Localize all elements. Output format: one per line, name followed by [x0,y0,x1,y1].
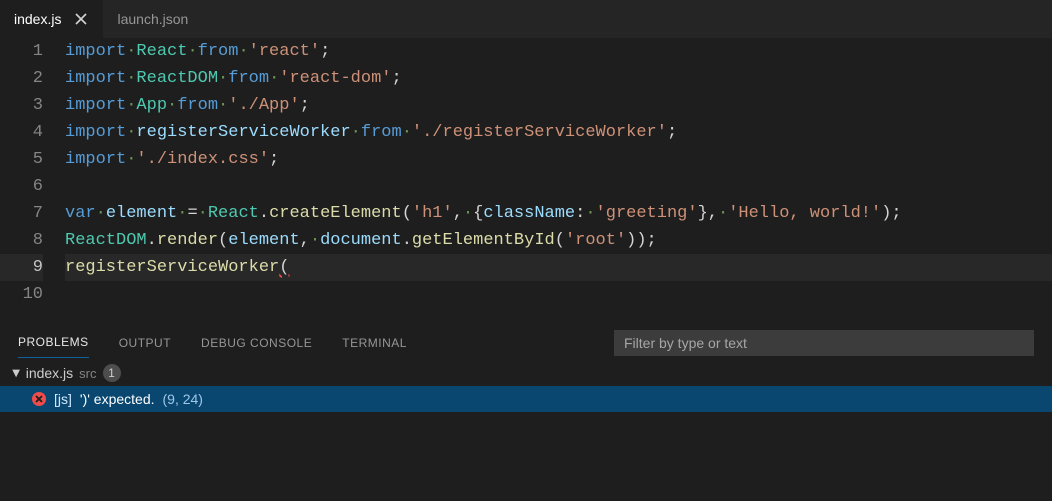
problems-count-badge: 1 [103,364,121,382]
line-number: 1 [0,38,43,65]
line-number: 10 [0,281,43,308]
panel-tab-problems[interactable]: PROBLEMS [18,327,89,358]
problem-source: [js] [54,391,72,407]
code-line[interactable] [65,281,1052,308]
code-editor[interactable]: 12345678910 import·React·from·'react';im… [0,38,1052,308]
problems-file-name: index.js [26,365,73,381]
problem-item[interactable]: [js] ')' expected. (9, 24) [0,386,1052,412]
panel-tab-terminal[interactable]: TERMINAL [342,328,407,358]
tab-label: index.js [14,11,61,27]
tab-label: launch.json [117,11,188,27]
code-line[interactable]: var·element·=·React.createElement('h1',·… [65,200,1052,227]
close-icon[interactable] [73,11,89,27]
problem-message: ')' expected. [80,391,155,407]
code-line[interactable]: import·registerServiceWorker·from·'./reg… [65,119,1052,146]
tab-launch-json[interactable]: launch.json [103,0,202,38]
editor-tabs: index.js launch.json [0,0,1052,38]
panel-tab-output[interactable]: OUTPUT [119,328,171,358]
code-line[interactable]: ReactDOM.render(element,·document.getEle… [65,227,1052,254]
code-content[interactable]: import·React·from·'react';import·ReactDO… [65,38,1052,308]
code-line[interactable]: import·ReactDOM·from·'react-dom'; [65,65,1052,92]
line-number: 3 [0,92,43,119]
problems-file-header[interactable]: ▶ index.js src 1 [0,360,1052,386]
error-icon [32,392,46,406]
line-number: 2 [0,65,43,92]
problems-file-folder: src [79,366,96,381]
code-line[interactable] [65,173,1052,200]
tab-index-js[interactable]: index.js [0,0,103,38]
line-number: 8 [0,227,43,254]
line-number: 7 [0,200,43,227]
problems-filter-input[interactable] [614,330,1034,356]
code-line[interactable]: registerServiceWorker( [65,254,1052,281]
panel-tab-debug-console[interactable]: DEBUG CONSOLE [201,328,312,358]
problem-location: (9, 24) [163,391,203,407]
code-line[interactable]: import·React·from·'react'; [65,38,1052,65]
chevron-down-icon: ▶ [10,369,21,377]
code-line[interactable]: import·'./index.css'; [65,146,1052,173]
code-line[interactable]: import·App·from·'./App'; [65,92,1052,119]
line-number: 9 [0,254,43,281]
line-number: 4 [0,119,43,146]
line-number: 5 [0,146,43,173]
line-number-gutter: 12345678910 [0,38,65,308]
line-number: 6 [0,173,43,200]
panel-tab-bar: PROBLEMS OUTPUT DEBUG CONSOLE TERMINAL [0,324,1052,360]
